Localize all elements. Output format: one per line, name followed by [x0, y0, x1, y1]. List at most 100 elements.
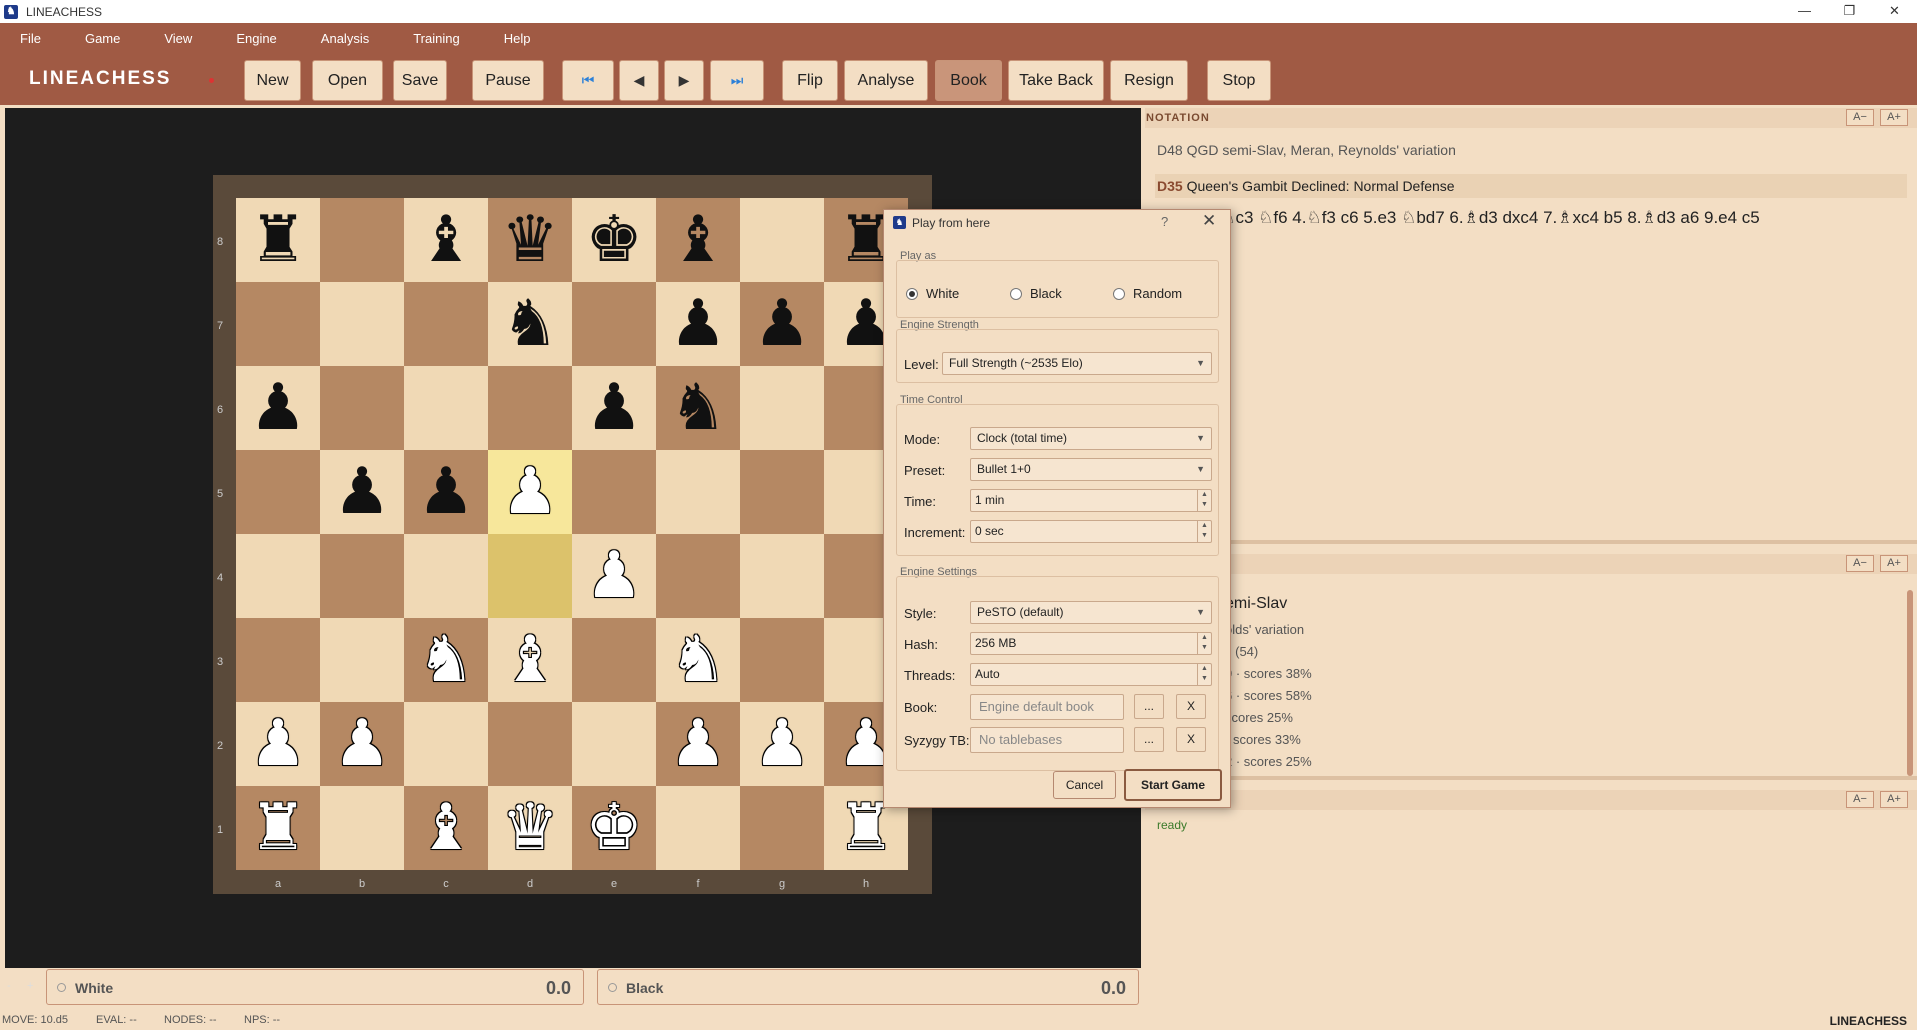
- square-a2[interactable]: ♟: [236, 702, 320, 786]
- white-knight-icon[interactable]: ♞: [417, 628, 474, 692]
- square-a8[interactable]: ♜: [236, 198, 320, 282]
- preset-select[interactable]: Bullet 1+0 ▼: [970, 458, 1212, 481]
- threads-spinbox[interactable]: Auto ▲ ▼: [970, 663, 1212, 686]
- book-field[interactable]: Engine default book: [970, 694, 1124, 720]
- book-line[interactable]: scores 25%: [1225, 710, 1293, 725]
- open-button[interactable]: Open: [312, 60, 383, 101]
- spin-arrows-icon[interactable]: ▲ ▼: [1197, 521, 1211, 542]
- white-pawn-icon[interactable]: ♟: [585, 544, 642, 608]
- square-b3[interactable]: [320, 618, 404, 702]
- square-b1[interactable]: [320, 786, 404, 870]
- cancel-button[interactable]: Cancel: [1053, 771, 1116, 799]
- first-move-button[interactable]: ⏮: [562, 60, 614, 101]
- new-button[interactable]: New: [244, 60, 301, 101]
- book-font-larger-button[interactable]: A+: [1880, 555, 1908, 572]
- black-pawn-icon[interactable]: ♟: [669, 292, 726, 356]
- radio-random[interactable]: Random: [1113, 286, 1182, 301]
- book-font-smaller-button[interactable]: A−: [1846, 555, 1874, 572]
- syzygy-clear-button[interactable]: X: [1176, 727, 1206, 752]
- menu-file[interactable]: File: [20, 31, 41, 46]
- book-line[interactable]: 6 · scores 58%: [1225, 688, 1312, 703]
- book-scrollbar[interactable]: [1907, 590, 1913, 776]
- flip-button[interactable]: Flip: [782, 60, 838, 101]
- square-a7[interactable]: [236, 282, 320, 366]
- square-c1[interactable]: ♝: [404, 786, 488, 870]
- close-button[interactable]: ✕: [1872, 0, 1917, 23]
- prev-move-button[interactable]: ◀: [619, 60, 659, 101]
- white-bishop-icon[interactable]: ♝: [501, 628, 558, 692]
- square-a1[interactable]: ♜: [236, 786, 320, 870]
- white-rook-icon[interactable]: ♜: [249, 796, 306, 860]
- square-d7[interactable]: ♞: [488, 282, 572, 366]
- black-bishop-icon[interactable]: ♝: [417, 208, 474, 272]
- square-f4[interactable]: [656, 534, 740, 618]
- hash-spinbox[interactable]: 256 MB ▲ ▼: [970, 632, 1212, 655]
- square-b8[interactable]: [320, 198, 404, 282]
- square-e6[interactable]: ♟: [572, 366, 656, 450]
- white-knight-icon[interactable]: ♞: [669, 628, 726, 692]
- square-c5[interactable]: ♟: [404, 450, 488, 534]
- save-button[interactable]: Save: [393, 60, 447, 101]
- book-line[interactable]: 9 · scores 38%: [1225, 666, 1312, 681]
- time-spinbox[interactable]: 1 min ▲ ▼: [970, 489, 1212, 512]
- square-b4[interactable]: [320, 534, 404, 618]
- black-bishop-icon[interactable]: ♝: [669, 208, 726, 272]
- square-e4[interactable]: ♟: [572, 534, 656, 618]
- mode-select[interactable]: Clock (total time) ▼: [970, 427, 1212, 450]
- black-pawn-icon[interactable]: ♟: [417, 460, 474, 524]
- white-pawn-icon[interactable]: ♟: [333, 712, 390, 776]
- menu-view[interactable]: View: [164, 31, 192, 46]
- notation-font-smaller-button[interactable]: A−: [1846, 109, 1874, 126]
- square-a6[interactable]: ♟: [236, 366, 320, 450]
- engine-font-larger-button[interactable]: A+: [1880, 791, 1908, 808]
- menu-analysis[interactable]: Analysis: [321, 31, 369, 46]
- minimize-button[interactable]: —: [1782, 0, 1827, 23]
- square-c2[interactable]: [404, 702, 488, 786]
- white-pawn-icon[interactable]: ♟: [249, 712, 306, 776]
- spin-arrows-icon[interactable]: ▲ ▼: [1197, 490, 1211, 511]
- square-e7[interactable]: [572, 282, 656, 366]
- radio-random-circle[interactable]: [1113, 287, 1125, 300]
- book-line[interactable]: 2 · scores 25%: [1225, 754, 1312, 769]
- square-d4[interactable]: [488, 534, 572, 618]
- radio-white[interactable]: White: [906, 286, 959, 301]
- next-move-button[interactable]: ▶: [664, 60, 704, 101]
- syzygy-field[interactable]: No tablebases: [970, 727, 1124, 753]
- dialog-close-icon[interactable]: ✕: [1202, 211, 1216, 231]
- square-d5[interactable]: ♟: [488, 450, 572, 534]
- square-c3[interactable]: ♞: [404, 618, 488, 702]
- menu-game[interactable]: Game: [85, 31, 120, 46]
- white-pawn-icon[interactable]: ♟: [753, 712, 810, 776]
- square-b7[interactable]: [320, 282, 404, 366]
- square-d2[interactable]: [488, 702, 572, 786]
- white-queen-icon[interactable]: ♛: [501, 796, 558, 860]
- white-pawn-icon[interactable]: ♟: [669, 712, 726, 776]
- square-c4[interactable]: [404, 534, 488, 618]
- square-d1[interactable]: ♛: [488, 786, 572, 870]
- chess-board[interactable]: ♜ ♝ ♛ ♚ ♝ ♜ ♞ ♟ ♟ ♟ ♟ ♟ ♞ ♟ ♟ ♟ ♟ ♞ ♝ ♞ ♟ ♟ ♟ ♟ ♟ ♜ ♝ ♛ ♚ ♜: [236, 198, 908, 870]
- black-king-icon[interactable]: ♚: [585, 208, 642, 272]
- black-rook-icon[interactable]: ♜: [249, 208, 306, 272]
- square-a5[interactable]: [236, 450, 320, 534]
- maximize-button[interactable]: ❐: [1827, 0, 1872, 23]
- square-b6[interactable]: [320, 366, 404, 450]
- black-pawn-icon[interactable]: ♟: [585, 376, 642, 440]
- spin-arrows-icon[interactable]: ▲ ▼: [1197, 664, 1211, 685]
- last-move-button[interactable]: ⏭: [710, 60, 764, 101]
- analyse-button[interactable]: Analyse: [844, 60, 928, 101]
- square-g7[interactable]: ♟: [740, 282, 824, 366]
- square-g4[interactable]: [740, 534, 824, 618]
- square-a4[interactable]: [236, 534, 320, 618]
- square-b5[interactable]: ♟: [320, 450, 404, 534]
- square-f5[interactable]: [656, 450, 740, 534]
- black-pawn-icon[interactable]: ♟: [753, 292, 810, 356]
- resign-button[interactable]: Resign: [1110, 60, 1188, 101]
- menu-engine[interactable]: Engine: [236, 31, 276, 46]
- white-king-icon[interactable]: ♚: [585, 796, 642, 860]
- white-bishop-icon[interactable]: ♝: [417, 796, 474, 860]
- zoom-in-control[interactable]: +: [27, 980, 33, 992]
- style-select[interactable]: PeSTO (default) ▼: [970, 601, 1212, 624]
- pause-button[interactable]: Pause: [472, 60, 544, 101]
- square-g1[interactable]: [740, 786, 824, 870]
- radio-white-circle[interactable]: [906, 287, 918, 300]
